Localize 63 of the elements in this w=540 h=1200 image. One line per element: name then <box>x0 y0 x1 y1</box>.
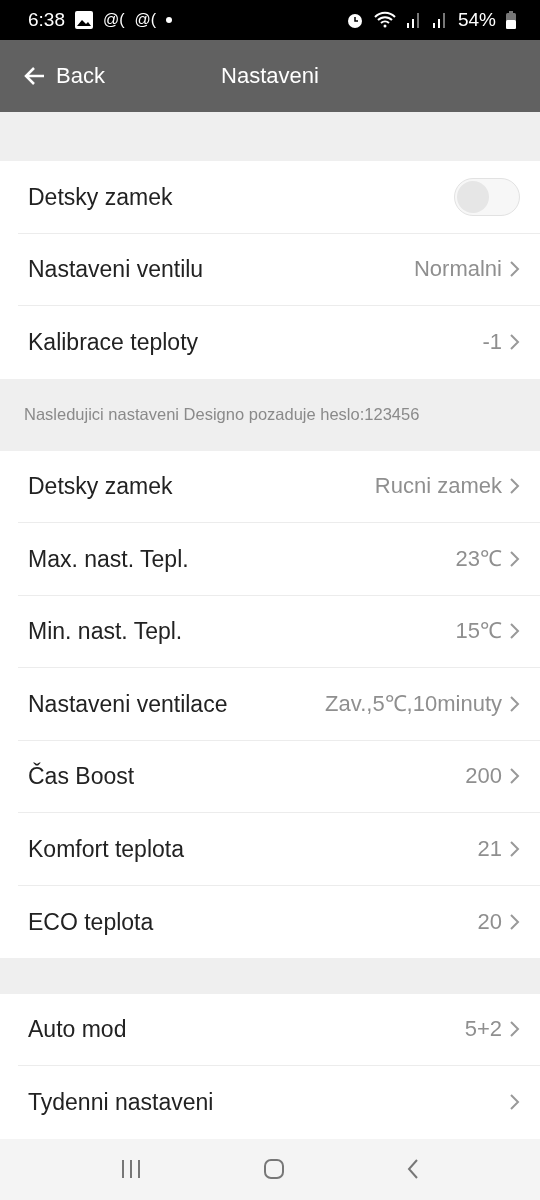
setting-label: Nastaveni ventilace <box>28 689 229 718</box>
settings-row[interactable]: Detsky zamek Rucni zamek <box>18 450 540 524</box>
page-title: Nastaveni <box>221 62 319 89</box>
setting-label: Komfort teplota <box>28 834 185 863</box>
home-icon[interactable] <box>263 1158 285 1181</box>
settings-row[interactable]: Max. nast. Tepl. 23℃ <box>18 523 540 596</box>
battery-icon <box>506 10 516 29</box>
back-icon[interactable] <box>405 1158 420 1181</box>
settings-row[interactable]: Nastaveni ventilu Normalni <box>18 233 540 307</box>
chevron-icon <box>508 549 520 568</box>
chevron-icon <box>508 477 520 496</box>
setting-label: Detsky zamek <box>28 472 174 501</box>
notification-glyph: @( <box>103 10 125 29</box>
section-note: Nasledujici nastaveni Designo pozaduje heslo:123456 <box>23 404 421 426</box>
chevron-icon <box>508 912 520 931</box>
setting-label: Max. nast. Tepl. <box>28 544 190 573</box>
setting-label: Kalibrace teploty <box>28 328 200 357</box>
setting-value: 15℃ <box>455 617 502 646</box>
setting-label: Nastaveni ventilu <box>28 255 205 284</box>
setting-value: Zav.,5℃,10minuty <box>325 689 502 718</box>
notification-glyph: @( <box>134 10 157 29</box>
image-icon <box>75 10 93 29</box>
setting-label: Auto mod <box>28 1015 128 1044</box>
settings-row[interactable]: Min. nast. Tepl. 15℃ <box>18 595 540 669</box>
setting-value: 20 <box>477 907 502 936</box>
settings-row[interactable]: ECO teplota 20 <box>18 885 540 959</box>
settings-row[interactable]: Kalibrace teploty -1 <box>18 306 540 379</box>
back-button[interactable]: Back <box>0 62 105 89</box>
setting-label: Tydenni nastaveni <box>28 1088 215 1117</box>
chevron-icon <box>508 767 520 786</box>
settings-row[interactable]: Auto mod 5+2 <box>18 993 540 1067</box>
dot-icon <box>166 16 173 23</box>
signal-icon <box>405 10 422 29</box>
setting-value: 23℃ <box>455 544 502 573</box>
chevron-icon <box>508 260 520 279</box>
setting-value: 5+2 <box>464 1015 502 1044</box>
chevron-icon <box>508 1093 520 1112</box>
setting-label: Detsky zamek <box>28 182 174 211</box>
setting-value: 200 <box>465 762 502 791</box>
settings-row[interactable]: Čas Boost 200 <box>18 740 540 814</box>
settings-row[interactable]: Detsky zamek <box>18 161 540 234</box>
setting-label: Min. nast. Tepl. <box>28 617 184 646</box>
setting-value: Normalni <box>413 255 502 284</box>
chevron-icon <box>508 333 520 352</box>
battery-percent: 54% <box>457 8 496 31</box>
arrow-left-icon <box>24 65 46 86</box>
chevron-icon <box>508 839 520 858</box>
setting-value: -1 <box>482 328 502 357</box>
toggle-switch[interactable] <box>454 177 520 216</box>
setting-label: Čas Boost <box>28 762 136 791</box>
setting-value: Rucni zamek <box>374 472 502 501</box>
signal-icon <box>431 10 448 29</box>
recent-apps-icon[interactable] <box>120 1158 143 1181</box>
settings-row[interactable]: Nastaveni ventilace Zav.,5℃,10minuty <box>18 668 540 741</box>
setting-label: ECO teplota <box>28 907 155 936</box>
setting-value: 21 <box>477 834 502 863</box>
wifi-icon <box>373 10 396 29</box>
clock-time: 6:38 <box>28 8 65 31</box>
chevron-icon <box>508 1020 520 1039</box>
chevron-icon <box>508 622 520 641</box>
chevron-icon <box>508 694 520 713</box>
settings-row[interactable]: Komfort teplota 21 <box>18 813 540 886</box>
settings-row[interactable]: Tydenni nastaveni <box>18 1066 540 1139</box>
